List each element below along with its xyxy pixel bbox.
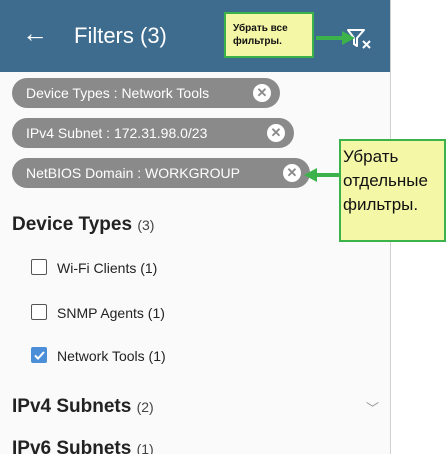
arrow-left-icon (304, 168, 341, 182)
filter-chip-label: NetBIOS Domain : WORKGROUP (26, 165, 240, 181)
callout-clear-all: Убрать все фильтры. (224, 12, 314, 58)
checkbox-label: SNMP Agents (1) (57, 305, 165, 321)
section-count: (3) (137, 217, 155, 233)
remove-chip-icon[interactable]: ✕ (283, 164, 301, 182)
section-device-types[interactable]: Device Types (3) (12, 214, 154, 236)
remove-chip-icon[interactable]: ✕ (267, 124, 285, 142)
section-ipv4-subnets[interactable]: IPv4 Subnets (2) (12, 396, 154, 418)
filter-chip[interactable]: NetBIOS Domain : WORKGROUP ✕ (12, 158, 310, 188)
filter-chip-label: Device Types : Network Tools (26, 85, 210, 101)
page-title: Filters (3) (74, 23, 167, 48)
filter-chip[interactable]: Device Types : Network Tools ✕ (12, 78, 280, 108)
checkmark-icon (34, 351, 45, 360)
filter-chip-label: IPv4 Subnet : 172.31.98.0/23 (26, 125, 208, 141)
remove-chip-icon[interactable]: ✕ (253, 84, 271, 102)
filter-chip[interactable]: IPv4 Subnet : 172.31.98.0/23 ✕ (12, 118, 294, 148)
back-arrow-icon[interactable]: ← (22, 18, 48, 48)
chevron-down-icon[interactable]: ﹀ (366, 398, 379, 417)
filters-screen: ← Filters (3) Device Types : Network Too… (0, 0, 391, 454)
section-title: Device Types (12, 214, 133, 235)
checkbox-label: Network Tools (1) (57, 348, 166, 364)
checkbox-checked[interactable] (31, 347, 47, 363)
section-title: IPv6 Subnets (12, 438, 132, 454)
section-title: IPv4 Subnets (12, 396, 132, 417)
arrow-right-icon (316, 31, 355, 45)
section-count: (1) (136, 441, 154, 454)
section-count: (2) (136, 399, 154, 415)
checkbox-unchecked[interactable] (31, 304, 47, 320)
checkbox-label: Wi-Fi Clients (1) (57, 260, 158, 276)
section-ipv6-subnets[interactable]: IPv6 Subnets (1) (12, 438, 154, 454)
checkbox-unchecked[interactable] (31, 259, 47, 275)
callout-remove-single: Убрать отдельные фильтры. (339, 139, 446, 242)
